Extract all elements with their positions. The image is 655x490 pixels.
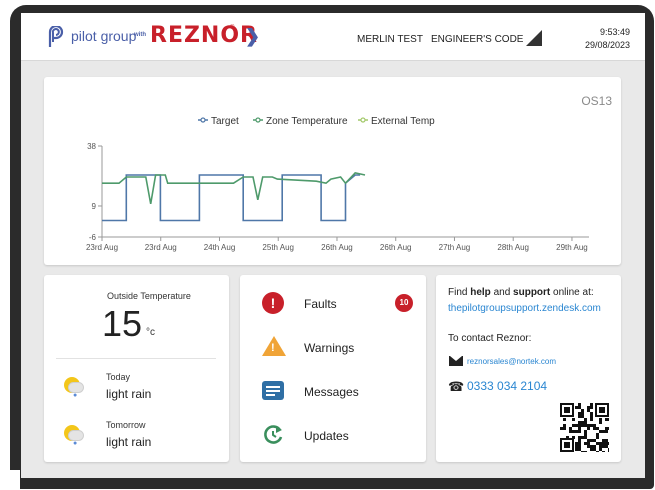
divider (56, 358, 216, 359)
x-tick-label: 26th Aug (380, 243, 412, 252)
faults-label: Faults (304, 297, 337, 311)
series-line-zone-temperature (102, 172, 366, 205)
y-tick-label: 9 (92, 202, 97, 211)
top-bar: pilot group with REZNOR ® ❯ MERLIN TEST … (21, 13, 645, 61)
legend-swatch-marker (360, 117, 366, 123)
x-tick-label: 23rd Aug (145, 243, 177, 252)
y-tick-label: 38 (87, 142, 96, 151)
support-card: Find help and support online at: thepilo… (436, 275, 621, 462)
tomorrow-forecast: light rain (106, 435, 152, 449)
brand-name: pilot group (71, 28, 137, 44)
light-rain-icon: ● (64, 424, 86, 447)
phone-link[interactable]: 0333 034 2104 (467, 379, 547, 393)
outside-temp-value: 15 (102, 303, 143, 344)
clock-date: 29/08/2023 (584, 40, 630, 50)
legend-item: External Temp (371, 116, 435, 127)
legend-swatch-marker (255, 117, 261, 123)
tomorrow-label: Tomorrow (106, 420, 146, 430)
update-icon (264, 425, 283, 444)
y-tick-label: -6 (89, 233, 97, 242)
messages-button[interactable]: Messages (262, 378, 412, 408)
x-tick-label: 24th Aug (204, 243, 236, 252)
alerts-card: ! Faults 10 ! Warnings Messages Updates (240, 275, 426, 462)
weather-card: Outside Temperature 15 °c ● Today light … (44, 275, 229, 462)
updates-button[interactable]: Updates (262, 422, 412, 452)
faults-button[interactable]: ! Faults 10 (262, 290, 413, 320)
warning-icon: ! (262, 336, 286, 356)
email-link[interactable]: reznorsales@nortek.com (467, 357, 556, 366)
x-tick-label: 23rd Aug (86, 243, 118, 252)
x-tick-label: 25th Aug (262, 243, 294, 252)
legend-item: Zone Temperature (266, 116, 348, 127)
support-url-link[interactable]: thepilotgroupsupport.zendesk.com (448, 303, 601, 314)
message-icon (262, 381, 284, 400)
phone-icon: ☎ (448, 379, 465, 394)
chart-corner-label: OS13 (581, 94, 612, 108)
signal-icon (526, 30, 542, 46)
qr-code-icon (560, 403, 609, 452)
pilot-logo-icon (48, 26, 64, 47)
updates-label: Updates (304, 429, 349, 443)
temperature-chart-card: OS13 Target Zone Temperature External Temp 3… (44, 77, 621, 265)
today-forecast: light rain (106, 387, 152, 401)
today-label: Today (106, 372, 131, 382)
faults-count-badge: 10 (395, 294, 413, 312)
site-name: MERLIN TEST (357, 34, 423, 45)
mail-icon (449, 356, 463, 366)
legend-swatch-marker (200, 117, 206, 123)
fault-icon: ! (262, 292, 284, 314)
x-tick-label: 29th Aug (556, 243, 588, 252)
screen: pilot group with REZNOR ® ❯ MERLIN TEST … (21, 13, 645, 478)
access-level[interactable]: ENGINEER'S CODE (431, 34, 523, 45)
bezel-corner (0, 470, 20, 490)
temperature-chart: OS13 Target Zone Temperature External Temp 3… (86, 94, 612, 252)
brand-with: with (134, 32, 146, 38)
outside-temp-label: Outside Temperature (107, 291, 191, 301)
support-intro: Find help and support online at: (448, 287, 594, 298)
messages-label: Messages (304, 385, 359, 399)
chevron-right-icon[interactable]: ❯ (245, 26, 260, 47)
clock-time: 9:53:49 (599, 27, 630, 37)
x-tick-label: 28th Aug (497, 243, 529, 252)
warnings-label: Warnings (304, 341, 355, 355)
legend-item: Target (211, 116, 239, 127)
warnings-button[interactable]: ! Warnings (262, 334, 412, 364)
outside-temp-unit: °c (146, 327, 155, 338)
x-tick-label: 26th Aug (321, 243, 353, 252)
x-tick-label: 27th Aug (439, 243, 471, 252)
contact-label: To contact Reznor: (448, 333, 532, 344)
registered-mark: ® (230, 25, 235, 31)
partner-logo: REZNOR (150, 23, 258, 48)
light-rain-icon: ● (64, 376, 86, 399)
